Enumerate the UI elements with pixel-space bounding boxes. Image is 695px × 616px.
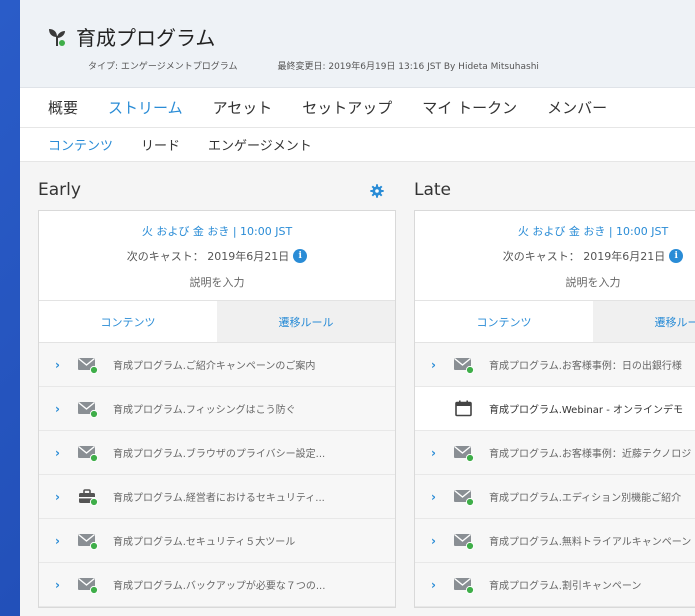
content-row[interactable]: › 育成プログラム.バックアップが必要な７つの... — [39, 563, 395, 607]
card-tab-contents[interactable]: コンテンツ — [39, 301, 217, 342]
program-icon — [77, 488, 99, 506]
subtab-contents[interactable]: コンテンツ — [48, 135, 113, 154]
gear-icon[interactable] — [370, 183, 384, 198]
page-title: 育成プログラム — [76, 26, 216, 50]
calendar-icon — [453, 400, 475, 418]
content-row[interactable]: › 育成プログラム.ご紹介キャンペーンのご案内 — [39, 343, 395, 387]
tab-my-tokens[interactable]: マイ トークン — [422, 97, 517, 118]
stream-title: Late — [414, 180, 452, 200]
email-icon — [77, 356, 99, 374]
tab-members[interactable]: メンバー — [547, 97, 607, 118]
program-type: タイプ: エンゲージメントプログラム — [88, 62, 238, 72]
tab-stream[interactable]: ストリーム — [108, 97, 183, 118]
program-header: 育成プログラム タイプ: エンゲージメントプログラム 最終変更日: 2019年6… — [20, 0, 695, 88]
main-tabs: 概要 ストリーム アセット セットアップ マイ トークン メンバー — [20, 88, 695, 128]
content-row-label[interactable]: 育成プログラム.無料トライアルキャンペーン — [489, 533, 691, 548]
content-row[interactable]: › 育成プログラム.ブラウザのプライバシー設定... — [39, 431, 395, 475]
content-row-label[interactable]: 育成プログラム.フィッシングはこう防ぐ — [113, 401, 296, 416]
cadence-schedule[interactable]: 火 および 金 おき | 10:00 JST — [415, 223, 695, 239]
stream-column-early: Early 火 および 金 おき | 10:00 JST 次のキャスト： 201… — [38, 178, 396, 608]
content-row[interactable]: › 育成プログラム.割引キャンペーン — [415, 563, 695, 607]
chevron-right-icon: › — [431, 402, 441, 416]
email-icon — [77, 400, 99, 418]
tab-assets[interactable]: アセット — [213, 97, 273, 118]
chevron-right-icon[interactable]: › — [431, 446, 441, 460]
subtab-engagement[interactable]: エンゲージメント — [208, 135, 312, 154]
content-list: › 育成プログラム.ご紹介キャンペーンのご案内 › 育成プログラム.フィッシングはこう… — [39, 343, 395, 607]
app-window: 育成プログラム タイプ: エンゲージメントプログラム 最終変更日: 2019年6… — [20, 0, 695, 616]
email-icon — [453, 444, 475, 462]
email-icon — [453, 488, 475, 506]
chevron-right-icon[interactable]: › — [55, 446, 65, 460]
chevron-right-icon[interactable]: › — [431, 490, 441, 504]
content-row-label[interactable]: 育成プログラム.セキュリティ５大ツール — [113, 533, 295, 548]
chevron-right-icon[interactable]: › — [431, 578, 441, 592]
stream-card: 火 および 金 おき | 10:00 JST 次のキャスト： 2019年6月21… — [414, 210, 695, 608]
stream-card: 火 および 金 おき | 10:00 JST 次のキャスト： 2019年6月21… — [38, 210, 396, 608]
chevron-right-icon[interactable]: › — [55, 358, 65, 372]
card-tab-transition-rules[interactable]: 遷移ルール — [217, 301, 395, 342]
description-field[interactable]: 説明を入力 — [415, 274, 695, 290]
chevron-right-icon[interactable]: › — [431, 534, 441, 548]
content-row[interactable]: › 育成プログラム.セキュリティ５大ツール — [39, 519, 395, 563]
content-row-label[interactable]: 育成プログラム.経営者におけるセキュリティ... — [113, 489, 325, 504]
subtab-leads[interactable]: リード — [141, 135, 180, 154]
content-row-label[interactable]: 育成プログラム.割引キャンペーン — [489, 577, 641, 592]
sub-tabs: コンテンツ リード エンゲージメント — [20, 128, 695, 162]
chevron-right-icon[interactable]: › — [55, 490, 65, 504]
chevron-right-icon[interactable]: › — [431, 358, 441, 372]
email-icon — [77, 444, 99, 462]
chevron-right-icon[interactable]: › — [55, 402, 65, 416]
sprout-icon — [46, 26, 68, 48]
chevron-right-icon[interactable]: › — [55, 534, 65, 548]
email-icon — [453, 356, 475, 374]
description-field[interactable]: 説明を入力 — [39, 274, 395, 290]
content-row-label[interactable]: 育成プログラム.ご紹介キャンペーンのご案内 — [113, 357, 315, 372]
next-cast: 次のキャスト： 2019年6月21日 — [126, 250, 290, 263]
stream-column-late: Late 火 および 金 おき | 10:00 JST 次のキャスト： 2019… — [414, 178, 695, 608]
next-cast: 次のキャスト： 2019年6月21日 — [502, 250, 666, 263]
stream-columns: Early 火 および 金 おき | 10:00 JST 次のキャスト： 201… — [38, 178, 695, 608]
cadence-schedule[interactable]: 火 および 金 おき | 10:00 JST — [39, 223, 395, 239]
last-modified: 最終変更日: 2019年6月19日 13:16 JST By Hideta Mi… — [277, 62, 539, 72]
content-row-label[interactable]: 育成プログラム.バックアップが必要な７つの... — [113, 577, 325, 592]
email-icon — [453, 532, 475, 550]
stream-title: Early — [38, 180, 81, 200]
content-row[interactable]: › 育成プログラム.お客様事例：近藤テクノロジ — [415, 431, 695, 475]
content-row-label[interactable]: 育成プログラム.Webinar - オンラインデモ — [489, 401, 683, 416]
content-row-label[interactable]: 育成プログラム.お客様事例：近藤テクノロジ — [489, 445, 691, 460]
info-icon[interactable]: i — [293, 249, 308, 263]
content-row-label[interactable]: 育成プログラム.エディション別機能ご紹介 — [489, 489, 681, 504]
email-icon — [453, 576, 475, 594]
content-row[interactable]: › 育成プログラム.無料トライアルキャンペーン — [415, 519, 695, 563]
content-row[interactable]: › 育成プログラム.お客様事例：日の出銀行様 — [415, 343, 695, 387]
chevron-right-icon[interactable]: › — [55, 578, 65, 592]
card-tab-transition-rules[interactable]: 遷移ルール — [593, 301, 695, 342]
content-row-label[interactable]: 育成プログラム.お客様事例：日の出銀行様 — [489, 357, 682, 372]
email-icon — [77, 576, 99, 594]
content-list: › 育成プログラム.お客様事例：日の出銀行様 › 育成プログラム.Webinar - … — [415, 343, 695, 607]
content-row[interactable]: › 育成プログラム.Webinar - オンラインデモ — [415, 387, 695, 431]
content-row-label[interactable]: 育成プログラム.ブラウザのプライバシー設定... — [113, 445, 325, 460]
content-row[interactable]: › 育成プログラム.フィッシングはこう防ぐ — [39, 387, 395, 431]
tab-overview[interactable]: 概要 — [48, 97, 78, 118]
card-tab-contents[interactable]: コンテンツ — [415, 301, 593, 342]
content-row[interactable]: › 育成プログラム.経営者におけるセキュリティ... — [39, 475, 395, 519]
info-icon[interactable]: i — [669, 249, 684, 263]
email-icon — [77, 532, 99, 550]
tab-setup[interactable]: セットアップ — [302, 97, 392, 118]
content-row[interactable]: › 育成プログラム.エディション別機能ご紹介 — [415, 475, 695, 519]
